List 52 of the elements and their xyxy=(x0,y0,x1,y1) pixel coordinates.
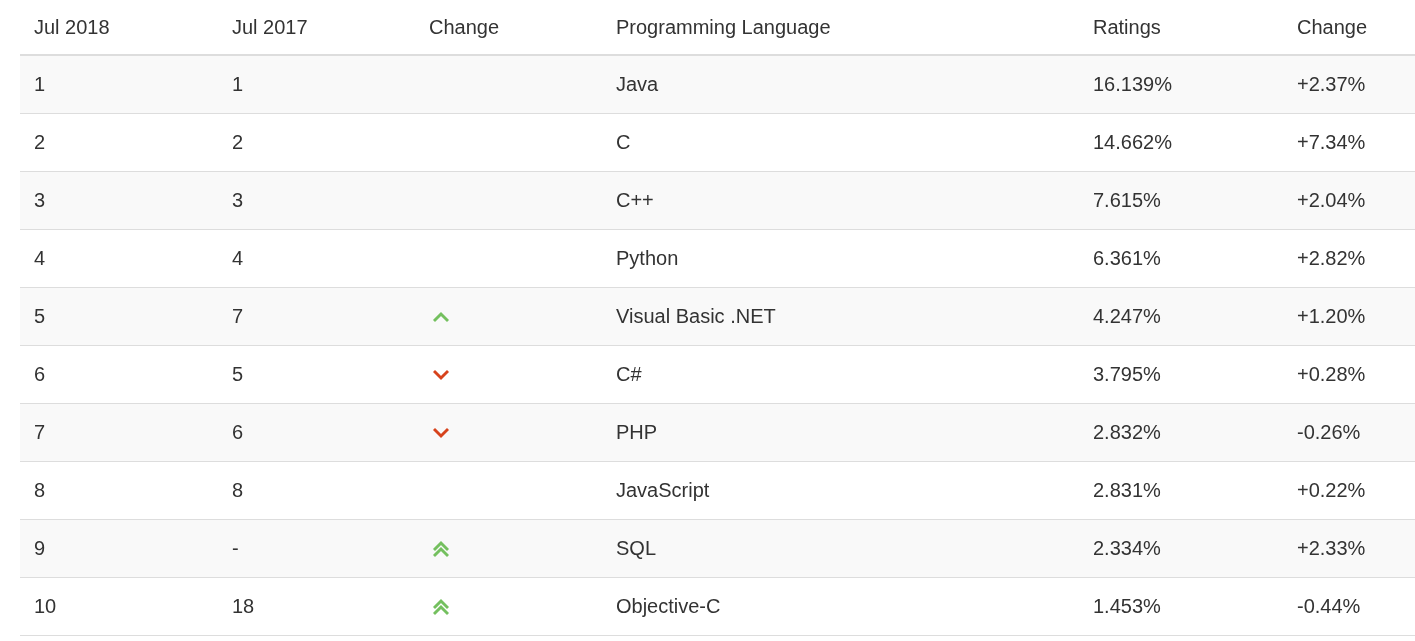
table-cell: 9 xyxy=(20,519,218,578)
table-cell: +1.20% xyxy=(1283,287,1415,346)
table-cell: 10 xyxy=(20,577,218,636)
table-cell: 18 xyxy=(218,577,415,636)
table-cell: 5 xyxy=(218,345,415,404)
table-cell: C++ xyxy=(602,171,1079,230)
table-cell: 1 xyxy=(20,55,218,114)
table-cell: JavaScript xyxy=(602,461,1079,520)
table-cell: +2.04% xyxy=(1283,171,1415,230)
table-cell: 2.334% xyxy=(1079,519,1283,578)
table-cell: 2 xyxy=(20,113,218,172)
table-cell: +7.34% xyxy=(1283,113,1415,172)
table-cell: - xyxy=(218,519,415,578)
table-cell: 4 xyxy=(20,229,218,288)
table-cell: SQL xyxy=(602,519,1079,578)
table-cell: 2 xyxy=(218,113,415,172)
table-cell: +2.37% xyxy=(1283,55,1415,114)
table-cell: 2.831% xyxy=(1079,461,1283,520)
table-cell: 3 xyxy=(218,171,415,230)
table-cell: +2.82% xyxy=(1283,229,1415,288)
table-cell: PHP xyxy=(602,403,1079,462)
table-cell: 1 xyxy=(218,55,415,114)
table-cell: C xyxy=(602,113,1079,172)
table-cell: +2.33% xyxy=(1283,519,1415,578)
table-cell: C# xyxy=(602,345,1079,404)
table-cell: 7 xyxy=(20,403,218,462)
table-cell: 14.662% xyxy=(1079,113,1283,172)
table-cell: Python xyxy=(602,229,1079,288)
table-cell: +0.28% xyxy=(1283,345,1415,404)
table-cell: Java xyxy=(602,55,1079,114)
table-cell: 6 xyxy=(218,403,415,462)
table-cell: 7 xyxy=(218,287,415,346)
double-chevron-up-icon xyxy=(433,539,449,558)
table-cell: 8 xyxy=(20,461,218,520)
table-cell: 4 xyxy=(218,229,415,288)
table-cell: 3 xyxy=(20,171,218,230)
table-cell: 6 xyxy=(20,345,218,404)
table-cell: 6.361% xyxy=(1079,229,1283,288)
table-cell: 2.832% xyxy=(1079,403,1283,462)
table-cell: 16.139% xyxy=(1079,55,1283,114)
table-cell: Visual Basic .NET xyxy=(602,287,1079,346)
table-cell: 4.247% xyxy=(1079,287,1283,346)
table-cell: 3.795% xyxy=(1079,345,1283,404)
table-cell: 1.453% xyxy=(1079,577,1283,636)
table-cell: 5 xyxy=(20,287,218,346)
table-cell: Objective-C xyxy=(602,577,1079,636)
table-cell: 7.615% xyxy=(1079,171,1283,230)
table-cell: -0.44% xyxy=(1283,577,1415,636)
table-cell: -0.26% xyxy=(1283,403,1415,462)
table-cell: +0.22% xyxy=(1283,461,1415,520)
table-cell: 8 xyxy=(218,461,415,520)
double-chevron-up-icon xyxy=(433,597,449,616)
